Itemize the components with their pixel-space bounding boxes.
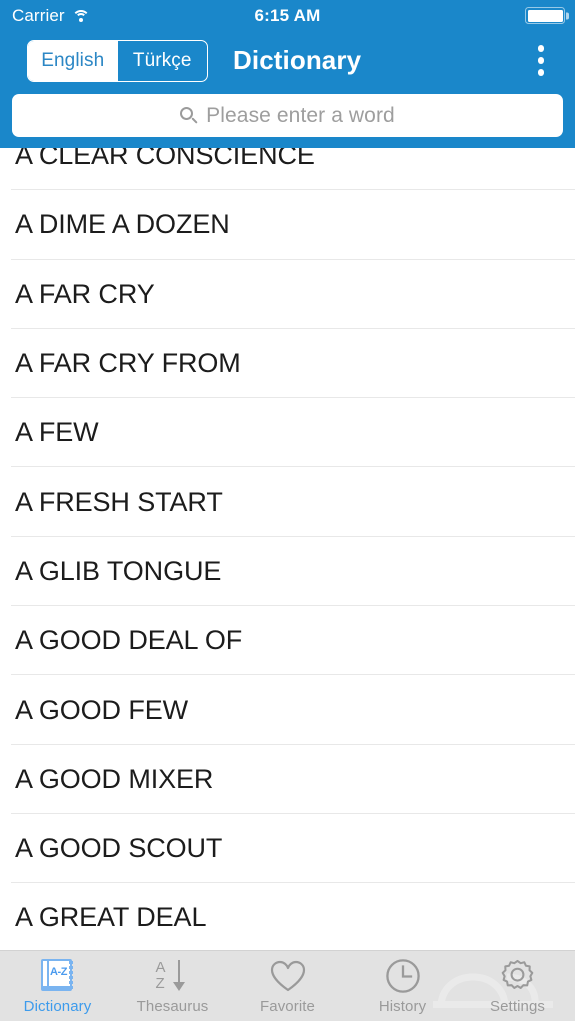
az-sort-arrow-icon: A Z — [153, 958, 193, 994]
clock-icon — [385, 958, 421, 994]
segment-english[interactable]: English — [28, 40, 118, 81]
overflow-menu-icon[interactable] — [530, 43, 552, 79]
list-item[interactable]: A GOOD SCOUT — [0, 813, 575, 884]
list-item[interactable]: A GOOD DEAL OF — [0, 606, 575, 676]
tab-settings[interactable]: Settings — [460, 951, 575, 1021]
list-item-label: A FRESH START — [15, 486, 223, 517]
list-item-label: A GREAT DEAL — [15, 902, 207, 933]
list-item-label: A GLIB TONGUE — [15, 555, 222, 586]
tab-label: Thesaurus — [136, 998, 209, 1015]
status-bar-time: 6:15 AM — [254, 5, 321, 25]
battery-full-icon — [525, 7, 569, 24]
header: Carrier 6:15 AM English Türkçe Dictionar… — [0, 0, 575, 148]
page-title: Dictionary — [233, 45, 362, 75]
list-item[interactable]: A GREAT DEAL — [0, 883, 575, 950]
status-bar-right — [525, 7, 569, 24]
list-item[interactable]: A FRESH START — [0, 467, 575, 538]
tab-history[interactable]: History — [345, 951, 460, 1021]
tab-thesaurus[interactable]: A Z Thesaurus — [115, 951, 230, 1021]
search-placeholder: Please enter a word — [206, 104, 395, 127]
segment-turkce[interactable]: Türkçe — [118, 41, 208, 81]
list-item-label: A DIME A DOZEN — [15, 209, 230, 240]
list-item-label: A GOOD DEAL OF — [15, 625, 243, 656]
tab-label: Favorite — [260, 998, 315, 1015]
search-icon — [180, 107, 198, 124]
app-screen: A CLEAR CONSCIENCE A DIME A DOZEN A FAR … — [0, 0, 575, 1021]
tab-label: History — [378, 998, 427, 1015]
gear-icon — [499, 958, 536, 994]
search-input[interactable]: Please enter a word — [12, 94, 563, 137]
tab-bar: A-Z Dictionary A Z Thesaurus Favorite Hi… — [0, 950, 575, 1021]
list-item-label: A GOOD FEW — [15, 694, 189, 725]
heart-icon — [270, 958, 306, 994]
list-item[interactable]: A FEW — [0, 398, 575, 468]
word-list-inner: A CLEAR CONSCIENCE A DIME A DOZEN A FAR … — [0, 121, 575, 950]
tab-label: Dictionary — [23, 998, 92, 1015]
list-item-label: A GOOD MIXER — [15, 763, 214, 794]
tab-dictionary[interactable]: A-Z Dictionary — [0, 951, 115, 1021]
dictionary-book-icon: A-Z — [41, 958, 74, 994]
tab-favorite[interactable]: Favorite — [230, 951, 345, 1021]
list-item[interactable]: A FAR CRY — [0, 259, 575, 330]
list-item[interactable]: A GOOD MIXER — [0, 744, 575, 815]
list-item[interactable]: A FAR CRY FROM — [0, 328, 575, 399]
tab-label: Settings — [490, 998, 545, 1015]
search-bar-container: Please enter a word — [0, 94, 575, 148]
language-segmented-control[interactable]: English Türkçe — [27, 39, 208, 82]
navbar: English Türkçe Dictionary — [0, 31, 575, 90]
list-item[interactable]: A GOOD FEW — [0, 675, 575, 745]
status-bar: Carrier 6:15 AM — [0, 0, 575, 31]
list-item-label: A FAR CRY FROM — [15, 348, 241, 379]
list-item[interactable]: A DIME A DOZEN — [0, 190, 575, 260]
list-item-label: A FAR CRY — [15, 278, 155, 309]
list-item-label: A FEW — [15, 417, 99, 448]
list-item-label: A GOOD SCOUT — [15, 833, 223, 864]
list-item[interactable]: A GLIB TONGUE — [0, 536, 575, 607]
